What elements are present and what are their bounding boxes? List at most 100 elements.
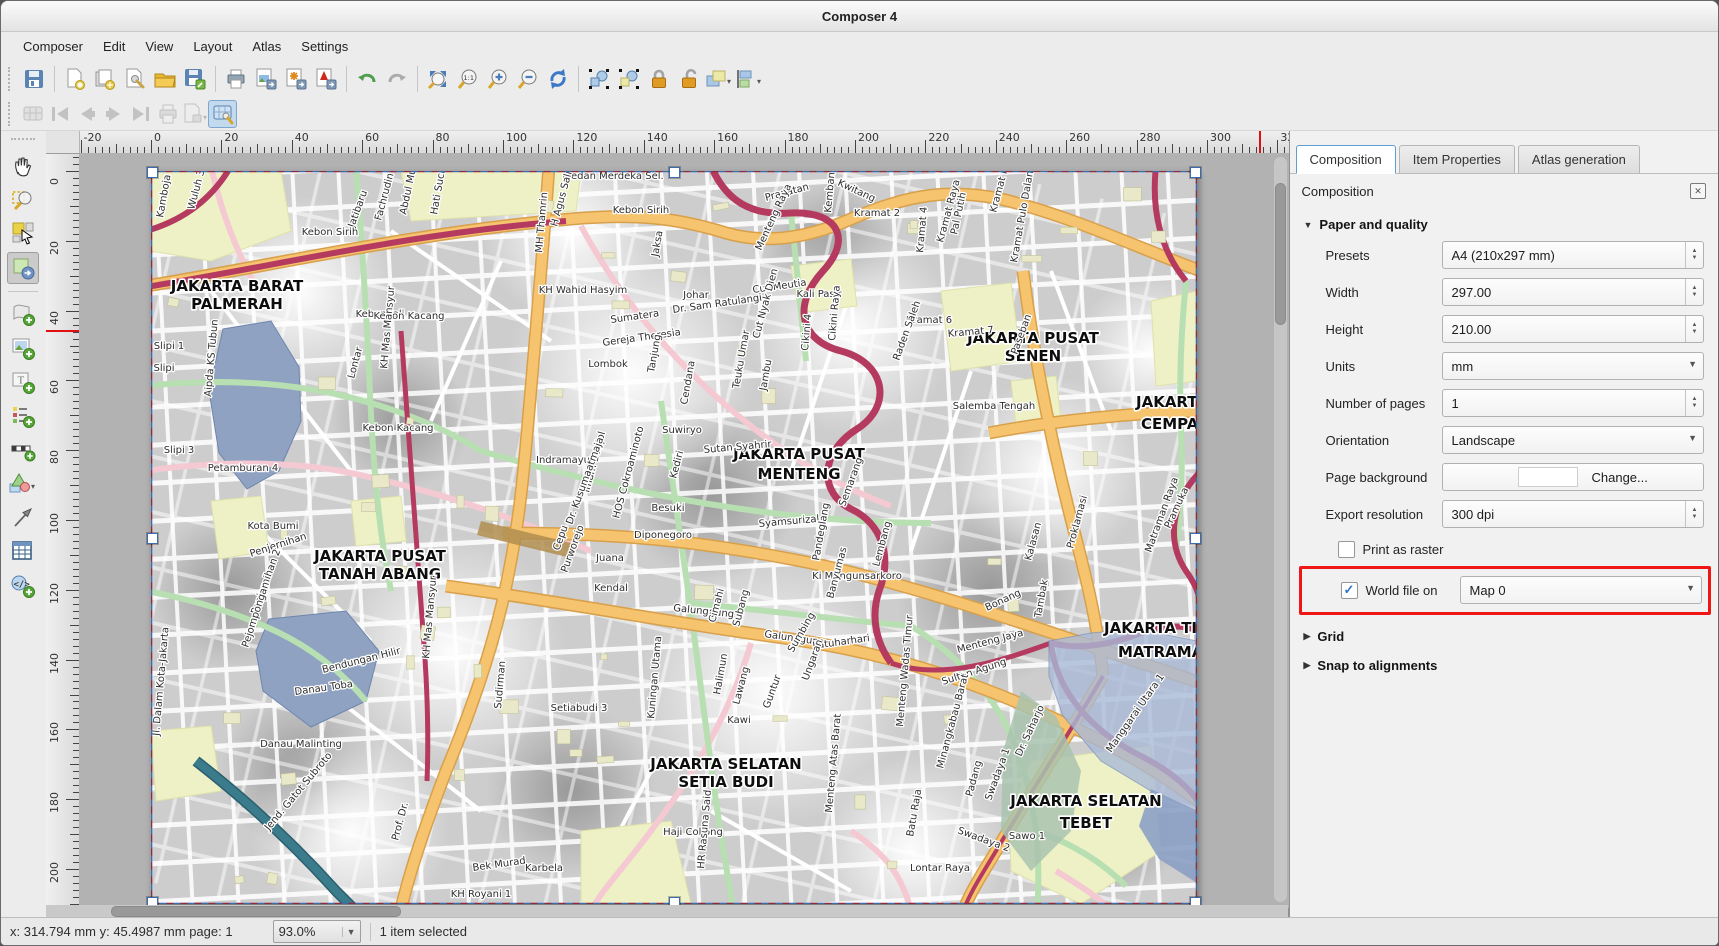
tab-composition[interactable]: Composition bbox=[1296, 145, 1396, 174]
titlebar: Composer 4 bbox=[1, 1, 1718, 32]
load-template-button[interactable] bbox=[150, 64, 180, 94]
composer-canvas[interactable]: -200204060801001201401601802002202402602… bbox=[46, 131, 1288, 905]
street-label: KH Wahid Hasyim bbox=[539, 285, 628, 296]
zoom-1-1-button[interactable]: 1:1 bbox=[453, 64, 483, 94]
presets-combo[interactable]: A4 (210x297 mm)▲▼ bbox=[1442, 241, 1705, 269]
close-panel-icon[interactable]: ✕ bbox=[1690, 183, 1706, 199]
add-map-button[interactable] bbox=[8, 299, 38, 329]
add-legend-button[interactable] bbox=[8, 401, 38, 431]
print-button[interactable] bbox=[221, 64, 251, 94]
snap-group-header[interactable]: ▶ Snap to alignments bbox=[1304, 658, 1719, 673]
canvas-view[interactable]: JAKARTA BARATPALMERAHJAKARTA PUSATSENENJ… bbox=[79, 153, 1289, 908]
map-page[interactable]: JAKARTA BARATPALMERAHJAKARTA PUSATSENENJ… bbox=[151, 171, 1197, 904]
vertical-scrollbar-handle[interactable] bbox=[1275, 183, 1286, 325]
units-combo[interactable]: mm▼ bbox=[1442, 352, 1705, 380]
last-feature-button[interactable] bbox=[127, 101, 154, 127]
export-atlas-button[interactable]: ▾ bbox=[181, 101, 208, 127]
group-items-button[interactable] bbox=[584, 64, 614, 94]
raise-items-button[interactable]: ▾ bbox=[704, 64, 734, 94]
add-shape-button[interactable]: ▾ bbox=[8, 469, 38, 499]
grid-group-header[interactable]: ▶ Grid bbox=[1304, 629, 1719, 644]
zoom-level-combo[interactable]: 93.0% ▼ bbox=[273, 920, 361, 943]
export-image-button[interactable] bbox=[251, 64, 281, 94]
ruler-number: 180 bbox=[788, 131, 809, 144]
toolbar-grip[interactable] bbox=[11, 138, 35, 143]
undo-button[interactable] bbox=[352, 64, 382, 94]
add-image-button[interactable] bbox=[8, 333, 38, 363]
ruler-number: 40 bbox=[295, 131, 309, 144]
export-svg-button[interactable] bbox=[281, 64, 311, 94]
menu-item-edit[interactable]: Edit bbox=[93, 35, 135, 58]
world-file-map-combo[interactable]: Map 0▼ bbox=[1460, 576, 1702, 604]
height-spinbox[interactable]: 210.00▲▼ bbox=[1442, 315, 1705, 343]
menu-item-layout[interactable]: Layout bbox=[183, 35, 242, 58]
pages-spinbox[interactable]: 1▲▼ bbox=[1442, 389, 1705, 417]
add-attribute-table-button[interactable] bbox=[8, 537, 38, 567]
page-background-label: Page background bbox=[1326, 470, 1442, 485]
tab-item-properties[interactable]: Item Properties bbox=[1399, 145, 1515, 173]
street-label: KH Royani 1 bbox=[451, 889, 512, 900]
district-label: JAKART bbox=[1135, 393, 1197, 411]
refresh-button[interactable] bbox=[543, 64, 573, 94]
orientation-row: Orientation Landscape▼ bbox=[1290, 426, 1705, 454]
pan-tool-button[interactable] bbox=[8, 150, 38, 180]
duplicate-composition-button[interactable] bbox=[90, 64, 120, 94]
statusbar-separator bbox=[370, 923, 371, 941]
tab-atlas-generation[interactable]: Atlas generation bbox=[1518, 145, 1640, 173]
menu-item-view[interactable]: View bbox=[135, 35, 183, 58]
preview-atlas-button[interactable] bbox=[19, 101, 46, 127]
spin-arrows-icon: ▲▼ bbox=[1685, 279, 1703, 305]
zoom-tool-button[interactable] bbox=[8, 184, 38, 214]
orientation-combo[interactable]: Landscape▼ bbox=[1442, 426, 1705, 454]
street-label: Slipi 3 bbox=[164, 445, 195, 456]
move-item-content-button[interactable] bbox=[7, 252, 39, 284]
width-spinbox[interactable]: 297.00▲▼ bbox=[1442, 278, 1705, 306]
save-template-button[interactable] bbox=[180, 64, 210, 94]
atlas-settings-button[interactable] bbox=[208, 100, 237, 128]
add-arrow-button[interactable] bbox=[8, 503, 38, 533]
add-scalebar-button[interactable] bbox=[8, 435, 38, 465]
toolbar-separator bbox=[215, 66, 216, 92]
add-label-button[interactable]: T bbox=[8, 367, 38, 397]
menu-item-composer[interactable]: Composer bbox=[13, 35, 93, 58]
menu-item-atlas[interactable]: Atlas bbox=[242, 35, 291, 58]
toolbar-grip[interactable] bbox=[8, 102, 13, 126]
lock-items-button[interactable] bbox=[644, 64, 674, 94]
expand-triangle-icon: ▶ bbox=[1304, 660, 1311, 671]
composer-manager-button[interactable] bbox=[120, 64, 150, 94]
first-feature-button[interactable] bbox=[46, 101, 73, 127]
unlock-items-button[interactable] bbox=[674, 64, 704, 94]
zoom-out-button[interactable] bbox=[513, 64, 543, 94]
spin-arrows-icon: ▲▼ bbox=[1685, 390, 1703, 416]
menu-item-settings[interactable]: Settings bbox=[291, 35, 358, 58]
horizontal-scrollbar[interactable] bbox=[46, 905, 1288, 917]
map-item[interactable]: JAKARTA BARATPALMERAHJAKARTA PUSATSENENJ… bbox=[151, 171, 1197, 904]
cursor-position-marker bbox=[1259, 131, 1261, 153]
toolbar-separator bbox=[54, 66, 55, 92]
vertical-scrollbar[interactable] bbox=[1274, 157, 1287, 902]
export-pdf-button[interactable] bbox=[311, 64, 341, 94]
add-html-button[interactable]: </> bbox=[8, 571, 38, 601]
previous-feature-button[interactable] bbox=[73, 101, 100, 127]
print-as-raster-checkbox[interactable] bbox=[1338, 541, 1355, 558]
zoom-in-button[interactable] bbox=[483, 64, 513, 94]
page-background-button[interactable]: Change... bbox=[1442, 463, 1705, 491]
next-feature-button[interactable] bbox=[100, 101, 127, 127]
save-button[interactable] bbox=[19, 64, 49, 94]
toolbar-grip[interactable] bbox=[8, 67, 13, 91]
ruler-number: 40 bbox=[48, 311, 61, 325]
print-atlas-button[interactable] bbox=[154, 101, 181, 127]
ungroup-items-button[interactable] bbox=[614, 64, 644, 94]
align-items-button[interactable]: ▾ bbox=[734, 64, 764, 94]
select-move-item-button[interactable] bbox=[8, 218, 38, 248]
redo-button[interactable] bbox=[382, 64, 412, 94]
street-label: Salemba Tengah bbox=[953, 401, 1036, 412]
street-label: Suwiryo bbox=[662, 425, 702, 436]
ruler-number: 240 bbox=[999, 131, 1020, 144]
world-file-checkbox[interactable]: ✓ bbox=[1341, 582, 1358, 599]
zoom-full-button[interactable] bbox=[423, 64, 453, 94]
new-composition-button[interactable] bbox=[60, 64, 90, 94]
paper-quality-group-header[interactable]: ▼ Paper and quality bbox=[1304, 217, 1719, 232]
horizontal-scrollbar-handle[interactable] bbox=[111, 906, 401, 917]
export-resolution-spinbox[interactable]: 300 dpi▲▼ bbox=[1442, 500, 1705, 528]
